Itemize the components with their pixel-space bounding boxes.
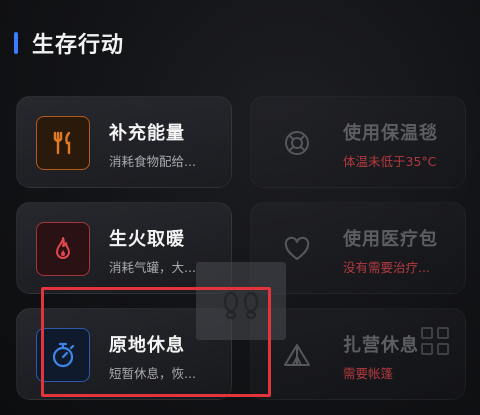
action-card-energy[interactable]: 补充能量 消耗食物配给... — [16, 96, 232, 188]
fork-knife-icon — [36, 116, 90, 170]
action-subtitle: 需要帐篷 — [343, 366, 394, 381]
action-title: 生火取暖 — [109, 229, 185, 250]
action-subtitle: 体温未低于35°C — [343, 154, 437, 169]
section-title: 生存行动 — [32, 33, 125, 58]
grid-icon[interactable] — [420, 326, 450, 360]
action-title: 扎营休息 — [343, 335, 419, 356]
action-subtitle: 消耗食物配给... — [109, 154, 196, 169]
highlight-frame — [41, 287, 271, 397]
action-title: 使用保温毯 — [343, 123, 438, 144]
section-accent-bar — [14, 32, 18, 54]
action-card-thermal-blanket[interactable]: 使用保温毯 体温未低于35°C — [250, 96, 466, 188]
section-header: 生存行动 — [14, 30, 125, 58]
action-title: 补充能量 — [109, 123, 185, 144]
action-subtitle: 没有需要治疗... — [343, 260, 430, 275]
lifebuoy-icon — [270, 116, 324, 170]
action-title: 使用医疗包 — [343, 229, 438, 250]
action-subtitle: 消耗气罐，大... — [109, 260, 196, 275]
flame-icon — [36, 222, 90, 276]
